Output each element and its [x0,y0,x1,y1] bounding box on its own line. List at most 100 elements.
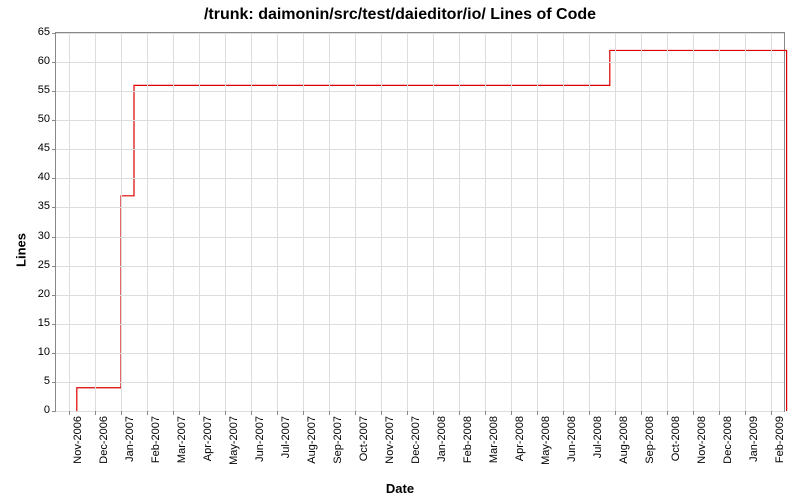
y-tick-label: 50 [10,113,50,125]
grid-line-h [56,266,784,267]
x-tick [303,411,304,415]
grid-line-h [56,295,784,296]
grid-line-v [277,33,278,411]
x-tick-label: Sep-2007 [332,416,344,464]
grid-line-v [199,33,200,411]
grid-line-h [56,149,784,150]
x-tick [563,411,564,415]
grid-line-h [56,237,784,238]
x-tick-label: Jan-2007 [124,416,136,462]
grid-line-v [537,33,538,411]
x-tick-label: Oct-2007 [358,416,370,461]
grid-line-v [719,33,720,411]
x-tick [719,411,720,415]
y-tick-label: 0 [10,404,50,416]
x-tick-label: Jan-2009 [748,416,760,462]
x-tick-label: Dec-2006 [98,416,110,464]
x-tick-label: Feb-2009 [774,416,786,463]
grid-line-v [173,33,174,411]
x-tick-label: Mar-2007 [176,416,188,463]
grid-line-v [329,33,330,411]
x-tick [381,411,382,415]
x-tick [693,411,694,415]
x-tick-label: Jun-2008 [566,416,578,462]
x-tick [485,411,486,415]
grid-line-v [693,33,694,411]
y-tick-label: 55 [10,84,50,96]
x-tick-label: Jul-2007 [280,416,292,458]
chart-container: /trunk: daimonin/src/test/daieditor/io/ … [0,0,800,500]
y-tick-label: 30 [10,230,50,242]
grid-line-v [147,33,148,411]
line-series [56,33,784,411]
x-tick-label: Feb-2008 [462,416,474,463]
y-tick [52,33,56,34]
x-tick [173,411,174,415]
x-tick-label: Nov-2006 [72,416,84,464]
y-tick [52,237,56,238]
x-tick [121,411,122,415]
x-tick [251,411,252,415]
grid-line-v [589,33,590,411]
y-tick [52,295,56,296]
x-tick-label: May-2008 [540,416,552,465]
grid-line-v [511,33,512,411]
grid-line-h [56,382,784,383]
x-tick [771,411,772,415]
y-tick [52,91,56,92]
grid-line-v [771,33,772,411]
x-tick [199,411,200,415]
x-tick [147,411,148,415]
x-tick [615,411,616,415]
grid-line-v [121,33,122,411]
grid-line-v [381,33,382,411]
x-tick-label: Jul-2008 [592,416,604,458]
x-tick-label: Dec-2007 [410,416,422,464]
x-tick-label: Aug-2007 [306,416,318,464]
x-tick-label: Oct-2008 [670,416,682,461]
x-tick [511,411,512,415]
grid-line-v [225,33,226,411]
x-tick-label: Mar-2008 [488,416,500,463]
grid-line-v [615,33,616,411]
x-tick-label: Nov-2007 [384,416,396,464]
x-tick-label: Jan-2008 [436,416,448,462]
grid-line-v [459,33,460,411]
grid-line-v [303,33,304,411]
x-tick [667,411,668,415]
x-tick-label: Apr-2008 [514,416,526,461]
y-tick-label: 40 [10,171,50,183]
grid-line-v [667,33,668,411]
grid-line-v [407,33,408,411]
grid-line-v [95,33,96,411]
y-tick [52,149,56,150]
x-tick [641,411,642,415]
x-tick [277,411,278,415]
x-tick-label: Jun-2007 [254,416,266,462]
y-tick-label: 5 [10,375,50,387]
y-tick-label: 35 [10,200,50,212]
x-tick-label: May-2007 [228,416,240,465]
x-tick [459,411,460,415]
y-tick-label: 25 [10,259,50,271]
grid-line-h [56,324,784,325]
grid-line-h [56,62,784,63]
y-tick [52,120,56,121]
grid-line-v [485,33,486,411]
grid-line-h [56,411,784,412]
y-tick [52,353,56,354]
grid-line-v [745,33,746,411]
y-tick [52,266,56,267]
x-axis-label: Date [0,481,800,496]
y-tick [52,324,56,325]
grid-line-h [56,33,784,34]
y-tick [52,382,56,383]
y-tick-label: 20 [10,288,50,300]
x-tick-label: Aug-2008 [618,416,630,464]
x-tick [407,411,408,415]
y-tick [52,62,56,63]
plot-area [55,32,785,412]
y-tick-label: 65 [10,26,50,38]
y-tick-label: 45 [10,142,50,154]
y-tick-label: 10 [10,346,50,358]
